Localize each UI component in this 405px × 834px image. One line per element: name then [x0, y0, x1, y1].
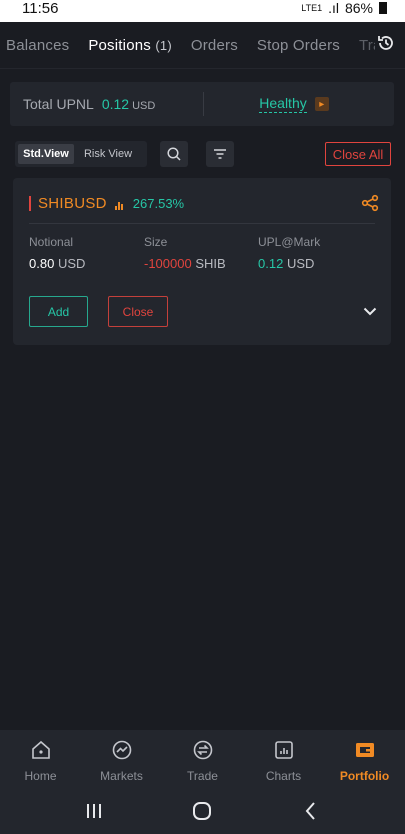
search-button[interactable] — [160, 141, 188, 167]
size-value: -100000 SHIB — [144, 256, 226, 271]
portfolio-icon — [355, 743, 374, 757]
nav-portfolio[interactable]: Portfolio — [324, 730, 405, 788]
nav-markets[interactable]: Markets — [81, 730, 162, 788]
battery-icon — [379, 2, 387, 14]
close-position-button[interactable]: Close — [108, 296, 168, 327]
network-label: LTE1 — [301, 3, 323, 13]
upl-value: 0.12 USD — [258, 256, 315, 271]
chevron-right-icon[interactable]: ▸ — [314, 97, 329, 111]
portfolio-tabs: Balances Positions (1) Orders Stop Order… — [0, 22, 405, 68]
tab-orders[interactable]: Orders — [191, 37, 238, 54]
tab-divider — [0, 68, 405, 69]
back-icon — [305, 802, 315, 820]
risk-view-button[interactable]: Risk View — [74, 144, 142, 164]
upnl-summary: Total UPNL 0.12 USD — [10, 96, 203, 112]
upnl-value: 0.12 — [101, 96, 130, 112]
charts-icon — [274, 741, 293, 759]
notional-value: 0.80 USD — [29, 256, 86, 271]
battery-level: 86% — [344, 0, 373, 16]
recent-apps-icon — [87, 804, 102, 818]
tab-stop-orders[interactable]: Stop Orders — [257, 37, 340, 54]
upl-label: UPL@Mark — [258, 235, 321, 249]
signal-icon: .ıl — [328, 0, 339, 16]
upnl-card: Total UPNL 0.12 USD Healthy ▸ — [10, 82, 394, 126]
health-status[interactable]: Healthy ▸ — [204, 95, 394, 113]
position-divider — [29, 223, 375, 224]
bottom-navigation: Home Markets Trade Charts Portfolio — [0, 730, 405, 788]
nav-trade[interactable]: Trade — [162, 730, 243, 788]
position-symbol[interactable]: SHIBUSD — [38, 195, 107, 212]
home-circle-icon — [193, 802, 212, 820]
recent-apps-button[interactable] — [79, 796, 109, 826]
status-time: 11:56 — [22, 0, 59, 17]
markets-icon — [112, 740, 131, 760]
tab-positions[interactable]: Positions (1) — [88, 37, 172, 68]
search-icon — [167, 147, 181, 161]
chevron-down-icon[interactable] — [361, 302, 379, 320]
nav-charts[interactable]: Charts — [243, 730, 324, 788]
view-toggle: Std.View Risk View — [15, 141, 147, 167]
position-card[interactable]: SHIBUSD 267.53% Notional 0.80 USD Size -… — [13, 178, 391, 345]
filter-icon — [214, 149, 226, 159]
home-icon — [31, 740, 50, 759]
trade-icon — [193, 740, 212, 760]
upl-metric: UPL@Mark 0.12 USD — [258, 235, 320, 271]
upnl-unit: USD — [132, 100, 156, 112]
close-all-button[interactable]: Close All — [325, 142, 391, 166]
positions-count: (1) — [155, 37, 172, 53]
std-view-button[interactable]: Std.View — [18, 144, 74, 164]
status-icons: LTE1 .ıl 86% — [301, 0, 387, 16]
share-icon[interactable] — [361, 194, 379, 212]
upnl-label: Total UPNL — [23, 96, 94, 112]
notional-metric: Notional 0.80 USD — [29, 235, 85, 271]
system-navigation — [0, 788, 405, 834]
home-button[interactable] — [187, 796, 217, 826]
tab-balances[interactable]: Balances — [6, 37, 69, 54]
size-label: Size — [144, 235, 168, 249]
position-pnl-percent: 267.53% — [132, 196, 185, 211]
size-metric: Size -100000 SHIB — [144, 235, 226, 271]
back-button[interactable] — [296, 796, 326, 826]
add-position-button[interactable]: Add — [29, 296, 88, 327]
filter-button[interactable] — [206, 141, 234, 167]
status-bar: 11:56 LTE1 .ıl 86% — [0, 0, 405, 22]
history-icon[interactable] — [375, 32, 397, 54]
notional-label: Notional — [29, 235, 74, 249]
position-header: SHIBUSD 267.53% — [29, 195, 184, 212]
health-label[interactable]: Healthy — [259, 95, 307, 113]
leverage-bars-icon — [114, 198, 123, 210]
short-side-indicator — [29, 196, 31, 211]
nav-home[interactable]: Home — [0, 730, 81, 788]
